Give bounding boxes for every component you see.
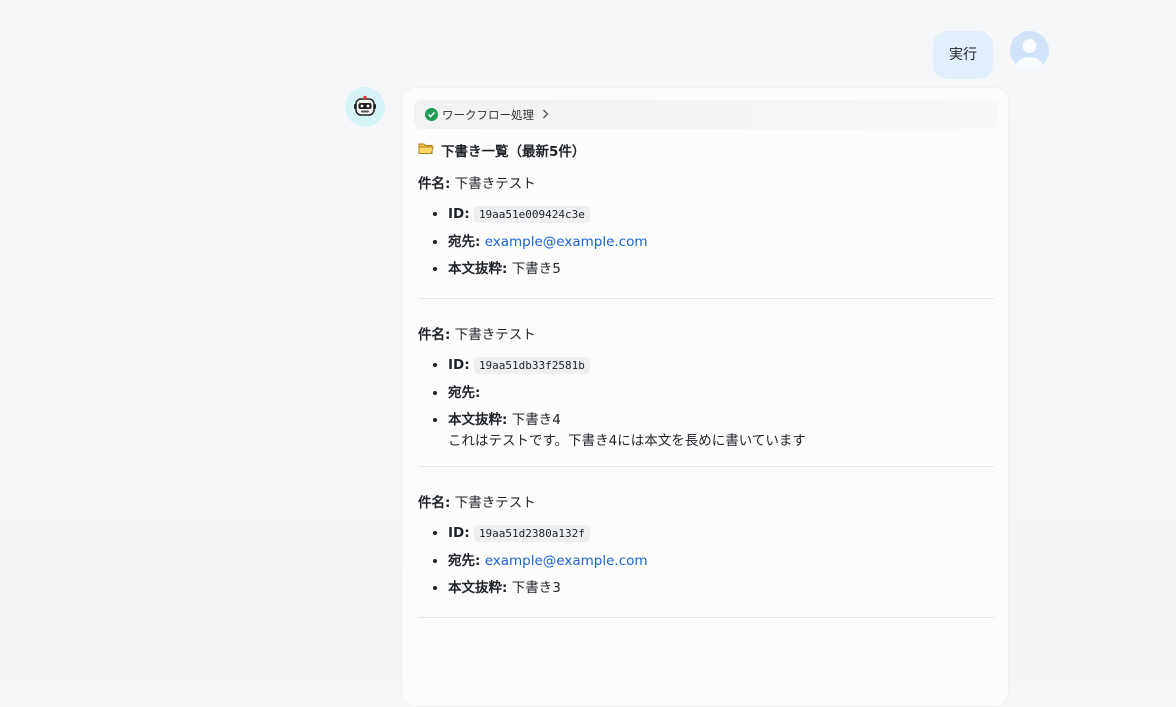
recipient-link[interactable]: example@example.com <box>485 553 648 569</box>
user-avatar-icon <box>1015 39 1044 70</box>
draft-list-heading: 下書き一覧（最新5件） <box>418 140 994 160</box>
subject-value: 下書きテスト <box>454 495 536 511</box>
excerpt-value: 下書き5 <box>511 261 561 277</box>
workflow-label: ワークフロー処理 <box>442 107 534 122</box>
draft-subject: 件名: 下書きテスト <box>418 493 994 513</box>
to-label: 宛先: <box>448 553 481 569</box>
draft-excerpt-item: 本文抜粋: 下書き4 これはテストです。下書き4には本文を長めに書いています <box>448 410 994 452</box>
excerpt-body: これはテストです。下書き4には本文を長めに書いています <box>448 433 806 449</box>
subject-label: 件名: <box>418 495 451 511</box>
draft-id-item: ID: 19aa51e009424c3e <box>448 204 994 225</box>
user-avatar[interactable] <box>1010 31 1049 70</box>
to-label: 宛先: <box>448 234 481 250</box>
message-content: 下書き一覧（最新5件） 件名: 下書きテスト ID: 19aa51e009424… <box>418 140 994 618</box>
subject-value: 下書きテスト <box>454 176 536 192</box>
assistant-message-card: ワークフロー処理 下書き一覧（最新5件） 件名: 下書きテスト ID: <box>401 87 1009 707</box>
draft-subject: 件名: 下書きテスト <box>418 174 994 194</box>
divider <box>418 466 994 467</box>
check-circle-icon <box>425 108 438 121</box>
user-message-row: 実行 <box>933 31 1049 79</box>
draft-id-item: ID: 19aa51d2380a132f <box>448 523 994 544</box>
user-message-bubble: 実行 <box>933 31 993 79</box>
assistant-avatar <box>345 87 385 127</box>
robot-icon <box>354 95 376 116</box>
subject-value: 下書きテスト <box>454 327 536 343</box>
excerpt-label: 本文抜粋: <box>448 412 508 428</box>
draft-subject: 件名: 下書きテスト <box>418 325 994 345</box>
excerpt-label: 本文抜粋: <box>448 261 508 277</box>
workflow-status-bar[interactable]: ワークフロー処理 <box>414 100 998 129</box>
draft-item: 件名: 下書きテスト ID: 19aa51e009424c3e 宛先: exam… <box>418 174 994 279</box>
chevron-right-icon[interactable] <box>542 108 549 122</box>
draft-item: 件名: 下書きテスト ID: 19aa51db33f2581b 宛先: 本文抜粋… <box>418 325 994 452</box>
excerpt-label: 本文抜粋: <box>448 580 508 596</box>
heading-text: 下書き一覧（最新5件） <box>441 144 586 160</box>
subject-label: 件名: <box>418 327 451 343</box>
draft-item: 件名: 下書きテスト ID: 19aa51d2380a132f 宛先: exam… <box>418 493 994 598</box>
divider <box>418 617 994 618</box>
to-label: 宛先: <box>448 385 481 401</box>
id-label: ID: <box>448 525 470 541</box>
draft-excerpt-item: 本文抜粋: 下書き5 <box>448 259 994 279</box>
draft-to-item: 宛先: example@example.com <box>448 551 994 571</box>
draft-id: 19aa51db33f2581b <box>473 357 590 374</box>
draft-to-item: 宛先: <box>448 383 994 403</box>
draft-id: 19aa51e009424c3e <box>473 206 590 223</box>
id-label: ID: <box>448 357 470 373</box>
draft-excerpt-item: 本文抜粋: 下書き3 <box>448 578 994 598</box>
excerpt-value: 下書き3 <box>511 580 561 596</box>
draft-to-item: 宛先: example@example.com <box>448 232 994 252</box>
excerpt-value: 下書き4 <box>511 412 561 428</box>
recipient-link[interactable]: example@example.com <box>485 234 648 250</box>
id-label: ID: <box>448 206 470 222</box>
subject-label: 件名: <box>418 176 451 192</box>
draft-id: 19aa51d2380a132f <box>473 525 590 542</box>
draft-id-item: ID: 19aa51db33f2581b <box>448 355 994 376</box>
divider <box>418 298 994 299</box>
folder-icon <box>418 142 434 159</box>
